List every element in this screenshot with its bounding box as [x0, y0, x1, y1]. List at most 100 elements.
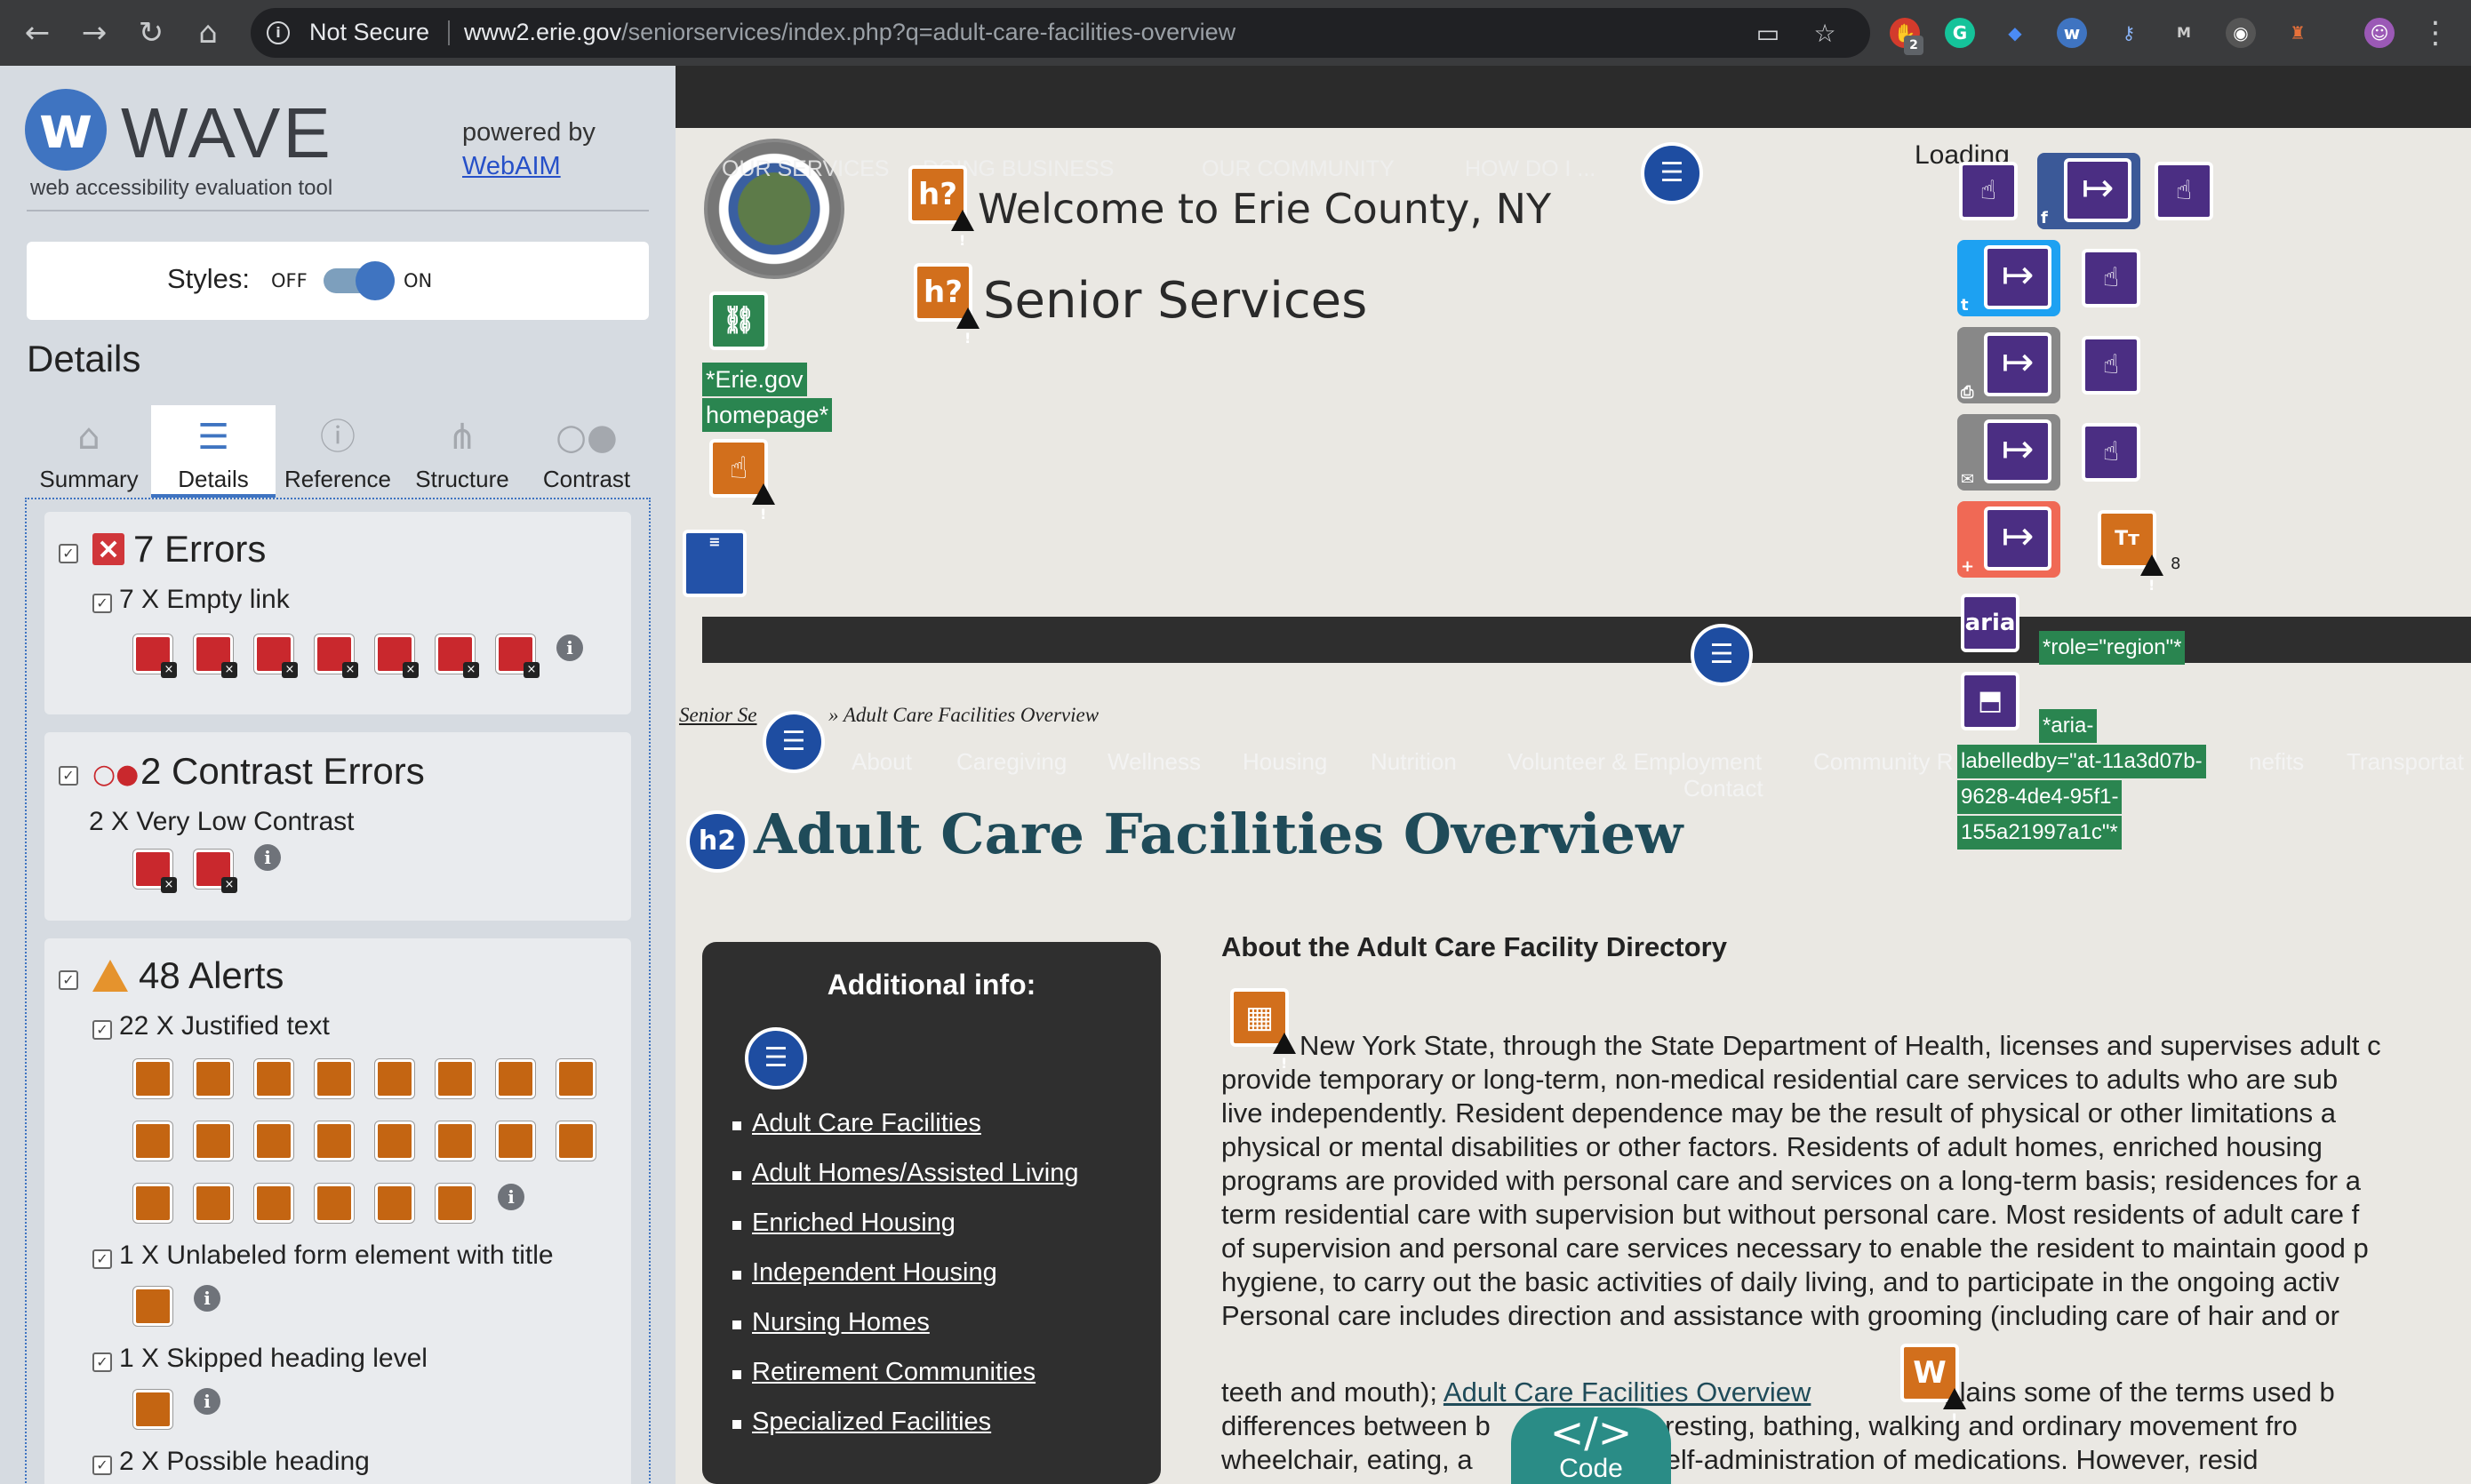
skipped-heading-icon[interactable]: [133, 1390, 172, 1429]
unlabeled-checkbox[interactable]: ✓: [92, 1249, 112, 1269]
justified-text-icon[interactable]: [133, 1121, 172, 1161]
text-size-icon[interactable]: Tт: [2098, 510, 2163, 611]
justified-checkbox[interactable]: ✓: [92, 1020, 112, 1040]
address-bar[interactable]: i Not Secure www2.erie.gov/seniorservice…: [251, 8, 1870, 58]
bookmark-star-icon[interactable]: ☆: [1811, 20, 1838, 47]
justified-text-icon[interactable]: [133, 1184, 172, 1223]
back-arrow-icon[interactable]: ←: [20, 15, 55, 51]
tab-summary[interactable]: ⌂ Summary: [27, 405, 151, 498]
extension-m-icon[interactable]: M: [2169, 18, 2199, 48]
nav-our-services[interactable]: OUR SERVICES: [722, 156, 889, 182]
extension-key-icon[interactable]: ⚷: [2114, 18, 2144, 48]
empty-link-icon[interactable]: ×: [496, 634, 540, 678]
empty-link-checkbox[interactable]: ✓: [92, 594, 112, 613]
cast-icon[interactable]: ▭: [1755, 20, 1781, 47]
subnav-housing[interactable]: Housing: [1243, 748, 1327, 776]
unlabeled-form-icon[interactable]: [133, 1287, 172, 1326]
justified-text-icon[interactable]: [436, 1059, 475, 1098]
tab-details[interactable]: ☰ Details: [151, 405, 276, 498]
skipped-heading-checkbox[interactable]: ✓: [92, 1352, 112, 1372]
link-nursing-homes[interactable]: Nursing Homes: [752, 1308, 930, 1336]
justified-text-icon[interactable]: [436, 1121, 475, 1161]
empty-link-icon[interactable]: ×: [194, 634, 237, 678]
tab-structure[interactable]: ⋔ Structure: [400, 405, 524, 498]
h2-badge-icon[interactable]: h2: [686, 810, 748, 873]
linked-image-icon[interactable]: ⛓: [709, 291, 768, 350]
styles-toggle-knob[interactable]: [356, 261, 395, 300]
low-contrast-icon[interactable]: ×: [194, 850, 237, 893]
subnav-benefits[interactable]: nefits: [2249, 748, 2304, 776]
info-icon[interactable]: i: [556, 634, 583, 661]
empty-link-icon[interactable]: ×: [375, 634, 419, 678]
aria-label-icon[interactable]: ⬒: [1961, 672, 2019, 730]
justified-text-icon[interactable]: [496, 1121, 535, 1161]
reload-icon[interactable]: ↻: [133, 15, 169, 51]
info-icon[interactable]: i: [498, 1184, 524, 1210]
home-icon[interactable]: ⌂: [190, 15, 226, 51]
aria-button-icon[interactable]: ☝: [2082, 249, 2140, 307]
subnav-volunteer[interactable]: Volunteer & Employment: [1507, 748, 1762, 776]
info-icon[interactable]: i: [194, 1388, 220, 1415]
aria-button-icon[interactable]: ☝: [2155, 162, 2213, 220]
twitter-share-button[interactable]: ↦ t: [1957, 240, 2060, 316]
word-document-link-icon[interactable]: W: [1900, 1344, 1966, 1445]
aria-icon[interactable]: aria: [1961, 594, 2019, 652]
justified-text-icon[interactable]: [375, 1121, 414, 1161]
aria-button-icon[interactable]: ☝: [1959, 162, 2018, 220]
subnav-caregiving[interactable]: Caregiving: [956, 748, 1067, 776]
extension-camera-icon[interactable]: ◉: [2226, 18, 2256, 48]
alerts-checkbox[interactable]: ✓: [59, 970, 78, 990]
empty-link-icon[interactable]: ×: [315, 634, 358, 678]
tab-reference[interactable]: ⓘ Reference: [276, 405, 400, 498]
grammarly-icon[interactable]: G: [1945, 18, 1975, 48]
list-icon[interactable]: ☰: [1691, 624, 1753, 686]
justified-text-icon[interactable]: [496, 1059, 535, 1098]
not-secure-label[interactable]: Not Secure: [309, 19, 429, 46]
aria-button-icon[interactable]: ☝: [2082, 336, 2140, 395]
more-share-button[interactable]: ↦ +: [1957, 501, 2060, 578]
code-toggle-button[interactable]: </> Code: [1511, 1408, 1671, 1484]
subnav-wellness[interactable]: Wellness: [1108, 748, 1201, 776]
justified-text-icon[interactable]: [375, 1184, 414, 1223]
info-icon[interactable]: i: [254, 844, 281, 871]
menu-kebab-icon[interactable]: ⋮: [2418, 15, 2453, 51]
link-adult-homes[interactable]: Adult Homes/Assisted Living: [752, 1159, 1079, 1187]
list-icon[interactable]: ☰: [745, 1027, 807, 1089]
subnav-community[interactable]: Community R: [1813, 748, 1953, 776]
possible-heading-icon[interactable]: h?: [914, 263, 980, 364]
justified-text-icon[interactable]: [194, 1184, 233, 1223]
subnav-about[interactable]: About: [852, 748, 912, 776]
info-icon[interactable]: i: [194, 1285, 220, 1312]
extension-shield-icon[interactable]: ◆: [2000, 18, 2030, 48]
link-adult-care-facilities[interactable]: Adult Care Facilities: [752, 1109, 981, 1137]
link-independent-housing[interactable]: Independent Housing: [752, 1258, 997, 1287]
subnav-transportation[interactable]: Transportat: [2347, 748, 2464, 776]
empty-link-icon[interactable]: ×: [133, 634, 177, 678]
justified-text-icon[interactable]: [556, 1059, 596, 1098]
email-share-button[interactable]: ↦ ✉: [1957, 414, 2060, 491]
nav-our-community[interactable]: OUR COMMUNITY: [1202, 156, 1395, 182]
form-element-icon[interactable]: ☝: [709, 439, 775, 540]
justified-text-icon[interactable]: [315, 1059, 354, 1098]
contrast-checkbox[interactable]: ✓: [59, 766, 78, 786]
low-contrast-icon[interactable]: ×: [133, 850, 177, 893]
possible-heading-icon[interactable]: h?: [908, 165, 974, 267]
justified-text-icon[interactable]: [315, 1184, 354, 1223]
justified-text-icon[interactable]: [436, 1184, 475, 1223]
errors-checkbox[interactable]: ✓: [59, 544, 78, 563]
justified-text-icon[interactable]: [254, 1184, 293, 1223]
justified-text-icon[interactable]: [133, 1059, 172, 1098]
subnav-contact[interactable]: Contact: [1683, 775, 1763, 802]
print-share-button[interactable]: ↦ ⎙: [1957, 327, 2060, 403]
justified-text-icon[interactable]: [194, 1059, 233, 1098]
justified-text-icon[interactable]: [556, 1121, 596, 1161]
empty-link-icon[interactable]: ×: [436, 634, 479, 678]
link-enriched-housing[interactable]: Enriched Housing: [752, 1209, 956, 1237]
adult-care-overview-link[interactable]: Adult Care Facilities Overview: [1443, 1376, 1811, 1408]
wave-extension-icon[interactable]: w: [2057, 18, 2087, 48]
breadcrumb-link[interactable]: Senior Se: [679, 704, 757, 727]
list-icon[interactable]: ☰: [1641, 142, 1703, 204]
aria-button-icon[interactable]: ☝: [2082, 423, 2140, 482]
subnav-nutrition[interactable]: Nutrition: [1371, 748, 1457, 776]
justified-text-icon[interactable]: [375, 1059, 414, 1098]
